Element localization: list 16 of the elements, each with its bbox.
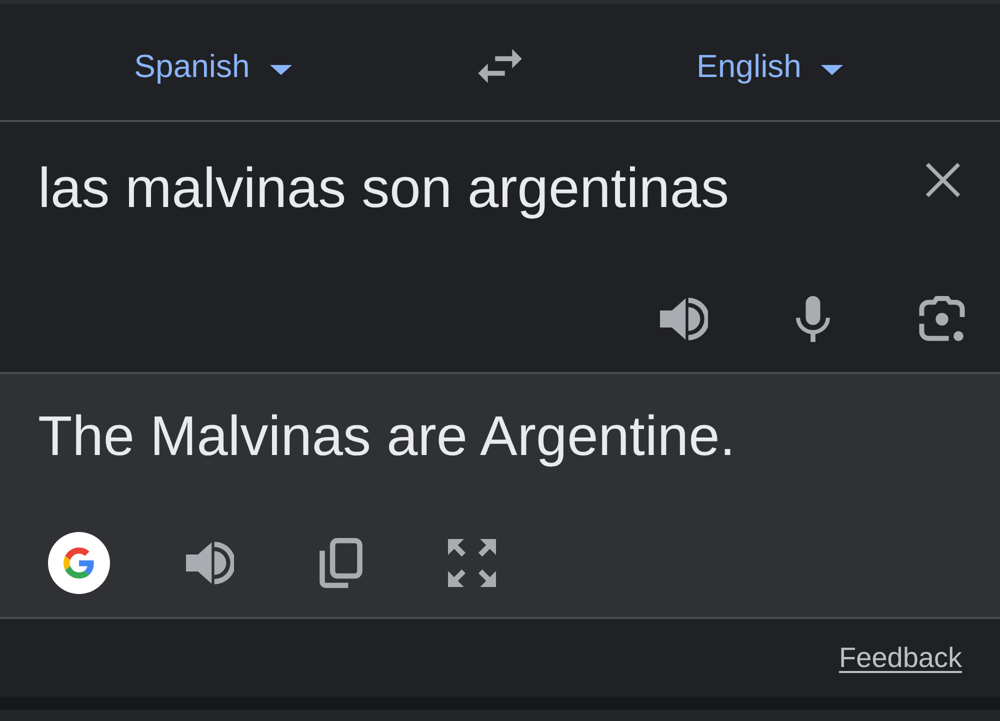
close-icon[interactable] [925, 162, 961, 198]
target-language-dropdown[interactable]: English [696, 46, 844, 86]
g-logo-icon[interactable] [48, 532, 110, 594]
speaker-icon[interactable] [660, 296, 708, 342]
feedback-link[interactable]: Feedback [839, 642, 962, 674]
swap-icon[interactable] [477, 49, 523, 83]
caret-icon [270, 65, 292, 75]
microphone-icon[interactable] [793, 296, 833, 342]
translation-text: The Malvinas are Argentine. [38, 403, 736, 469]
caret-icon [821, 65, 844, 75]
camera-icon[interactable] [918, 296, 966, 342]
source-language-dropdown[interactable]: Spanish [134, 46, 292, 86]
expand-icon[interactable] [448, 539, 496, 587]
speaker-icon[interactable] [186, 540, 234, 586]
copy-icon[interactable] [318, 538, 364, 588]
source-text-field[interactable]: las malvinas son argentinas [38, 154, 898, 221]
